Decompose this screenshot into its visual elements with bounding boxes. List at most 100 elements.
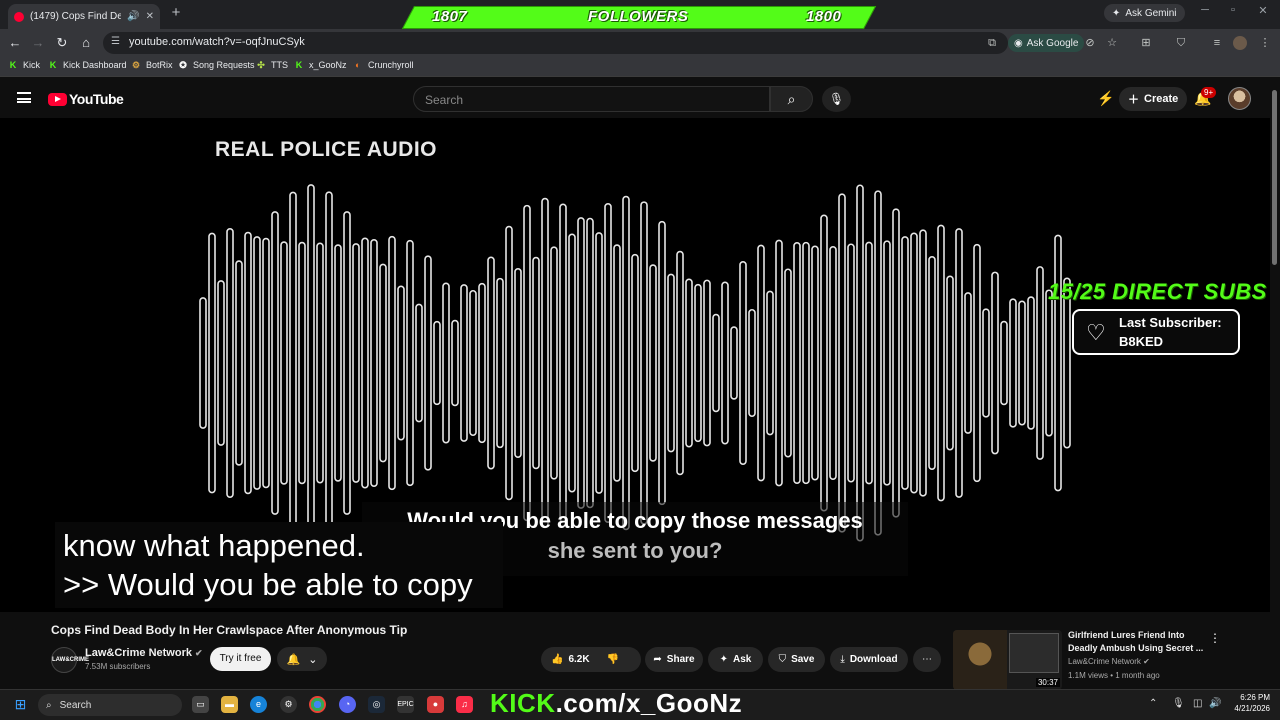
- close-tab-icon[interactable]: ✕: [146, 11, 154, 22]
- profile-avatar-icon[interactable]: [1233, 36, 1247, 50]
- recommendation-title[interactable]: Girlfriend Lures Friend Into Deadly Ambu…: [1068, 629, 1208, 655]
- recommendation-meta: 1.1M views • 1 month ago: [1068, 671, 1160, 680]
- address-bar[interactable]: ☰ youtube.com/watch?v=-oqfJnuCSyk: [103, 32, 1008, 54]
- cast-icon[interactable]: ⚡: [1097, 90, 1114, 107]
- waveform-bar: [298, 241, 306, 485]
- browser-tab[interactable]: (1479) Cops Find Dead Body 🔊 ✕: [8, 4, 160, 29]
- eye-off-icon[interactable]: ⊘: [1083, 36, 1097, 50]
- bookmark-label: BotRix: [146, 60, 173, 70]
- channel-name[interactable]: Law&Crime Network ✔: [85, 647, 203, 659]
- reading-list-icon[interactable]: ≡: [1210, 36, 1224, 50]
- steam-icon[interactable]: ◎: [368, 696, 385, 713]
- search-button[interactable]: ⌕: [770, 86, 813, 112]
- waveform-bar: [307, 184, 315, 542]
- shield-icon[interactable]: ⛉: [1174, 36, 1188, 50]
- channel-avatar[interactable]: LAW&CRIME: [51, 647, 89, 673]
- search-input[interactable]: Search: [413, 86, 770, 112]
- waveform-bar: [550, 246, 558, 480]
- bookmark-star-icon[interactable]: ☆: [1105, 36, 1119, 50]
- site-info-icon[interactable]: ☰: [111, 36, 120, 47]
- recorder-icon[interactable]: ●: [427, 696, 444, 713]
- waveform-bar: [613, 244, 621, 482]
- home-icon[interactable]: ⌂: [78, 35, 94, 51]
- menu-icon[interactable]: [17, 92, 31, 103]
- bookmark-x-goonz[interactable]: K x_GooNz: [294, 60, 347, 70]
- video-player[interactable]: REAL POLICE AUDIO Would you be able to c…: [0, 118, 1270, 612]
- waveform-bar: [694, 283, 702, 443]
- settings-icon[interactable]: ⚙: [280, 696, 297, 713]
- bookmark-crunchyroll[interactable]: ◐ Crunchyroll: [353, 60, 413, 70]
- gemini-sparkle-icon: ✦: [1112, 7, 1121, 19]
- tray-chevron-icon[interactable]: ⌃: [1149, 698, 1157, 709]
- extensions-icon[interactable]: ⊞: [1139, 36, 1153, 50]
- install-app-icon[interactable]: ⧉: [985, 36, 999, 50]
- taskbar-search-label: Search: [59, 699, 92, 711]
- discord-icon[interactable]: ◔: [339, 696, 356, 713]
- like-button[interactable]: 👍 6.2K 👎: [541, 647, 641, 672]
- close-window-icon[interactable]: ✕: [1248, 4, 1278, 17]
- bookmark-kick[interactable]: K Kick: [8, 60, 40, 70]
- bookmark-song-requests[interactable]: ✪ Song Requests: [178, 60, 254, 70]
- waveform-bar: [829, 246, 837, 480]
- maximize-icon[interactable]: ▫: [1218, 4, 1248, 16]
- chrome-menu-icon[interactable]: ⋮: [1258, 36, 1272, 50]
- recommendation-menu-icon[interactable]: ⋮: [1209, 631, 1221, 645]
- ask-gemini-button[interactable]: ✦ Ask Gemini: [1104, 4, 1185, 22]
- create-button[interactable]: ＋ Create: [1119, 87, 1188, 111]
- waveform-bar: [208, 232, 216, 494]
- tray-mic-icon[interactable]: 🎙: [1172, 698, 1185, 709]
- task-view-icon[interactable]: ▭: [192, 696, 209, 713]
- recommendation-thumbnail[interactable]: 30:37: [953, 630, 1062, 690]
- waveform-bar: [820, 214, 828, 512]
- share-button[interactable]: ➦ Share: [645, 647, 703, 672]
- thumbs-down-icon[interactable]: 👎: [607, 654, 619, 665]
- account-avatar[interactable]: [1228, 87, 1251, 110]
- song-requests-icon: ✪: [179, 60, 187, 70]
- kick-icon: K: [9, 60, 17, 70]
- taskbar-time[interactable]: 6:26 PM: [1234, 693, 1270, 702]
- windows-start-icon[interactable]: ⊞: [12, 696, 29, 713]
- bookmark-botrix[interactable]: ⚙ BotRix: [131, 60, 173, 70]
- speaker-icon[interactable]: 🔊: [127, 11, 139, 22]
- waveform-bar: [928, 256, 936, 470]
- subscription-bell-button[interactable]: 🔔 ⌄: [277, 647, 327, 671]
- ask-google-button[interactable]: ◉ Ask Google: [1008, 34, 1085, 52]
- waveform-bar: [712, 313, 720, 413]
- voice-search-button[interactable]: 🎙: [822, 86, 851, 112]
- bookmark-tts[interactable]: ✣ TTS: [256, 60, 288, 70]
- more-actions-button[interactable]: ⋯: [913, 647, 941, 672]
- back-icon[interactable]: ←: [7, 35, 23, 51]
- download-button[interactable]: ⤓ Download: [830, 647, 908, 672]
- bookmark-kick-dashboard[interactable]: K Kick Dashboard: [48, 60, 127, 70]
- try-it-free-button[interactable]: Try it free: [210, 647, 271, 671]
- waveform-bar: [325, 191, 333, 535]
- waveform-bar: [910, 232, 918, 494]
- page-scrollbar[interactable]: [1272, 90, 1277, 265]
- chrome-icon[interactable]: [309, 696, 326, 713]
- forward-icon[interactable]: →: [30, 35, 46, 51]
- reload-icon[interactable]: ↻: [54, 35, 70, 51]
- file-explorer-icon[interactable]: ▬: [221, 696, 238, 713]
- waveform-bar: [469, 289, 477, 437]
- thumbnail-screenshot: [1009, 633, 1059, 673]
- recommendation-channel[interactable]: Law&Crime Network ✔: [1068, 657, 1150, 666]
- youtube-wordmark: YouTube: [69, 91, 124, 107]
- ask-gemini-label: Ask Gemini: [1125, 7, 1177, 19]
- minimize-icon[interactable]: ─: [1190, 4, 1220, 16]
- tray-wifi-icon[interactable]: ◫: [1193, 698, 1202, 709]
- new-tab-button[interactable]: +: [168, 5, 184, 21]
- taskbar-search[interactable]: ⌕ Search: [38, 694, 182, 716]
- tray-volume-icon[interactable]: 🔊: [1209, 698, 1221, 709]
- waveform-bar: [505, 225, 513, 501]
- save-button[interactable]: ⛉ Save: [768, 647, 825, 672]
- youtube-logo[interactable]: YouTube: [48, 91, 124, 107]
- epic-games-icon[interactable]: EPIC: [397, 696, 414, 713]
- waveform-bar: [280, 241, 288, 485]
- ask-button[interactable]: ✦ Ask: [708, 647, 763, 672]
- music-icon[interactable]: ♫: [456, 696, 473, 713]
- address-url[interactable]: youtube.com/watch?v=-oqfJnuCSyk: [129, 36, 305, 48]
- waveform-bar: [703, 279, 711, 447]
- waveform-bar: [523, 204, 531, 522]
- taskbar-date[interactable]: 4/21/2026: [1226, 704, 1270, 713]
- edge-icon[interactable]: e: [250, 696, 267, 713]
